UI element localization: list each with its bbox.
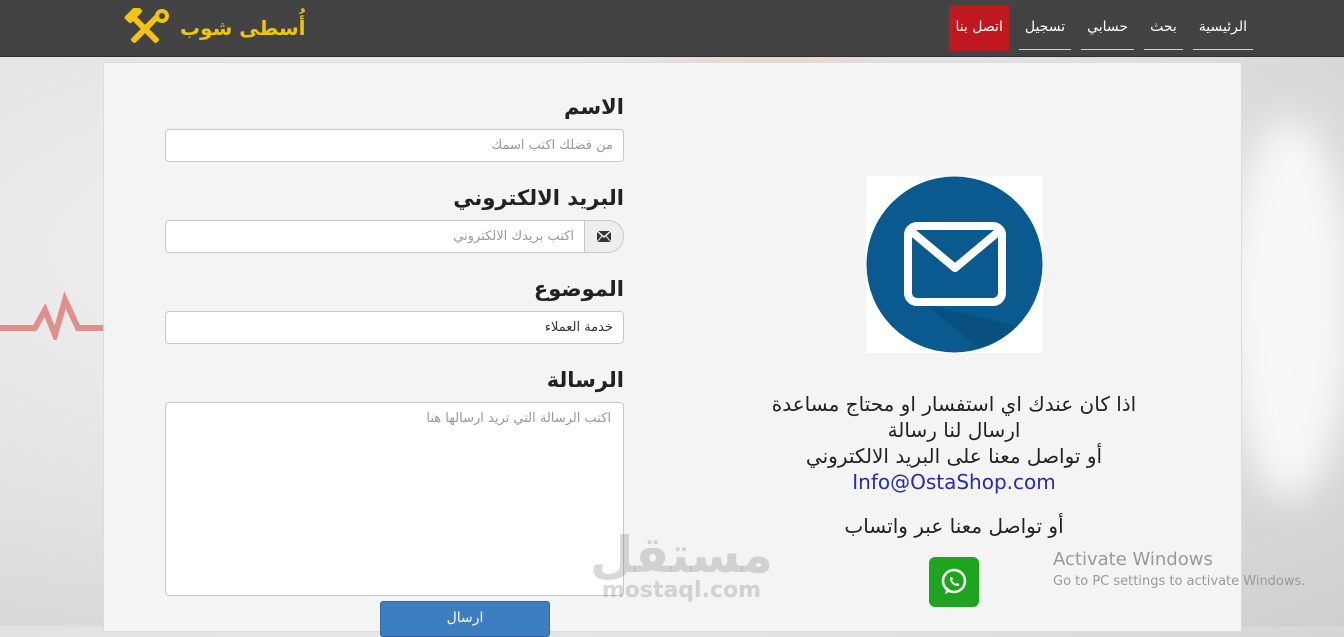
- nav-item-account[interactable]: حسابي: [1081, 5, 1135, 50]
- nav-links: الرئيسية بحث حسابي تسجيل اتصل بنا: [949, 5, 1253, 51]
- name-input[interactable]: من فضلك اكتب اسمك: [165, 129, 624, 162]
- info-line-1: اذا كان عندك اي استفسار او محتاج مساعدة: [771, 392, 1137, 416]
- submit-button[interactable]: ارسال: [380, 601, 550, 637]
- name-label: الاسم: [564, 95, 624, 119]
- brand-logo[interactable]: أُسطى شوب: [118, 8, 306, 48]
- email-input-group: اكتب بريدك الالكتروني: [165, 220, 624, 253]
- mostaql-watermark: مستقل mostaql.com: [590, 530, 773, 602]
- background-pulse-line: [0, 291, 110, 340]
- nav-item-search[interactable]: بحث: [1144, 5, 1183, 50]
- mail-envelope-icon: [865, 176, 1043, 353]
- activate-title: Activate Windows: [1053, 549, 1213, 570]
- whatsapp-button[interactable]: [929, 557, 979, 607]
- watermark-arabic: مستقل: [590, 526, 773, 584]
- info-line-2: ارسال لنا رسالة: [887, 418, 1021, 442]
- navbar: أُسطى شوب الرئيسية بحث حسابي تسجيل اتصل …: [0, 0, 1344, 57]
- nav-item-contact[interactable]: اتصل بنا: [949, 5, 1009, 51]
- contact-form: الاسم من فضلك اكتب اسمك البريد الالكترون…: [164, 91, 624, 611]
- activate-subtitle: Go to PC settings to activate Windows.: [1053, 574, 1306, 589]
- subject-label: الموضوع: [533, 277, 624, 301]
- email-label: البريد الالكتروني: [453, 186, 624, 210]
- whatsapp-icon: [941, 568, 967, 594]
- message-textarea[interactable]: اكتب الرسالة التي تريد ارسالها هنا: [165, 402, 624, 596]
- info-line-3: أو تواصل معنا على البريد الالكتروني: [805, 444, 1103, 468]
- message-label: الرسالة: [546, 368, 624, 392]
- email-addon: [585, 220, 624, 253]
- contact-info: اذا كان عندك اي استفسار او محتاج مساعدة …: [704, 176, 1204, 607]
- watermark-english: mostaql.com: [601, 578, 762, 603]
- nav-item-register[interactable]: تسجيل: [1018, 5, 1072, 50]
- brand-name: أُسطى شوب: [180, 16, 306, 40]
- hammer-wrench-icon: [124, 8, 169, 44]
- activate-windows-notice: Activate Windows Go to PC settings to ac…: [1053, 548, 1305, 592]
- nav-item-home[interactable]: الرئيسية: [1192, 5, 1253, 50]
- envelope-icon: [597, 231, 611, 242]
- email-input[interactable]: اكتب بريدك الالكتروني: [165, 220, 585, 253]
- email-link[interactable]: Info@OstaShop.com: [704, 469, 1204, 495]
- whatsapp-text: أو تواصل معنا عبر واتساب: [844, 514, 1064, 538]
- subject-input[interactable]: خدمة العملاء: [165, 311, 624, 344]
- info-text: اذا كان عندك اي استفسار او محتاج مساعدة …: [704, 391, 1204, 495]
